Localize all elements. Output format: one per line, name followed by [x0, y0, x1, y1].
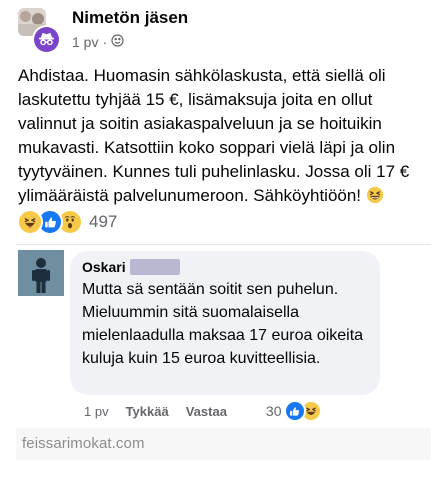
- default-avatar-icon[interactable]: [18, 250, 64, 296]
- post-author-name[interactable]: Nimetön jäsen: [72, 8, 188, 28]
- comment-author[interactable]: Oskari: [82, 259, 180, 275]
- comment-timestamp[interactable]: 1 pv: [84, 404, 109, 419]
- post-body: Ahdistaa. Huomasin sähkölaskusta, että s…: [18, 64, 430, 211]
- divider: [16, 244, 431, 245]
- reply-button[interactable]: Vastaa: [186, 404, 227, 419]
- like-button[interactable]: Tykkää: [126, 404, 169, 419]
- post-reactions[interactable]: 497: [17, 208, 117, 236]
- post-body-text: Ahdistaa. Huomasin sähkölaskusta, että s…: [18, 66, 410, 205]
- reaction-count[interactable]: 497: [89, 212, 117, 232]
- comment-reaction-count[interactable]: 30: [266, 403, 282, 419]
- globe-icon[interactable]: [111, 34, 124, 50]
- grinning-squinting-face-icon: [366, 186, 384, 211]
- post-timestamp[interactable]: 1 pv: [72, 34, 98, 50]
- group-avatar[interactable]: [16, 6, 64, 54]
- comment-bubble: Oskari Mutta sä sentään soitit sen puhel…: [70, 251, 380, 395]
- watermark-bar: feissarimokat.com: [16, 428, 431, 460]
- anonymous-member-icon: [32, 25, 61, 54]
- like-reaction-icon[interactable]: [283, 400, 306, 422]
- comment-text: Mutta sä sentään soitit sen puhelun. Mie…: [82, 281, 364, 367]
- site-watermark: feissarimokat.com: [22, 435, 145, 452]
- post-meta: 1 pv ·: [72, 34, 124, 50]
- comment-author-name[interactable]: Oskari: [82, 259, 126, 275]
- haha-reaction-icon: [17, 209, 43, 235]
- redacted-surname: [129, 259, 180, 275]
- post-header: Nimetön jäsen 1 pv ·: [16, 6, 436, 56]
- meta-separator: ·: [102, 34, 108, 50]
- comment-actions: 1 pv Tykkää Vastaa 30: [84, 400, 322, 422]
